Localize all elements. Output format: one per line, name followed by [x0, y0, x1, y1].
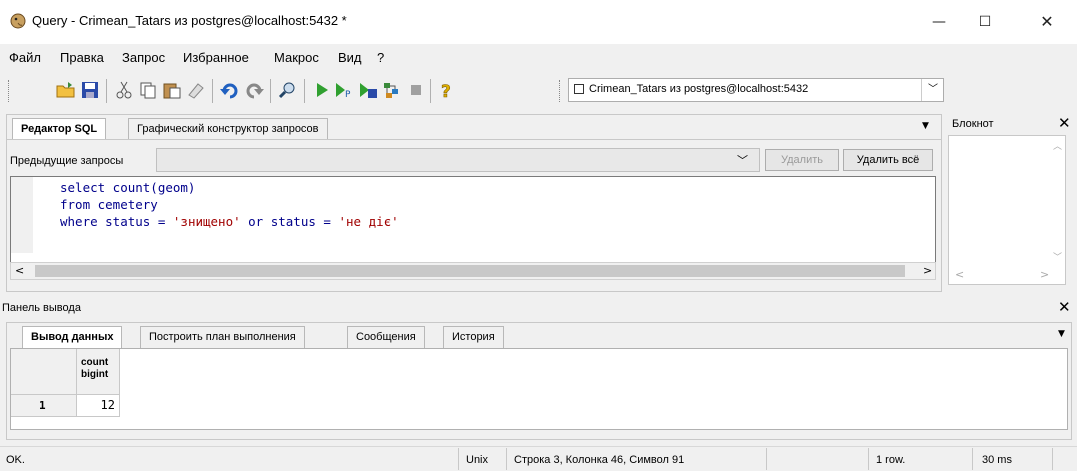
code-keyword-text: or status = [240, 214, 339, 229]
toolbar-separator [106, 79, 107, 103]
column-name: count [81, 357, 109, 368]
menu-file[interactable]: Файл [9, 50, 41, 65]
column-header[interactable]: count bigint [77, 349, 120, 395]
connection-checkbox[interactable] [574, 84, 584, 94]
status-line-ending: Unix [466, 454, 489, 466]
delete-all-button[interactable]: Удалить всё [843, 149, 933, 171]
output-close-icon[interactable]: ✕ [1058, 298, 1071, 316]
paste-icon[interactable] [162, 81, 182, 99]
previous-queries-label: Предыдущие запросы [10, 155, 124, 167]
scroll-left-icon[interactable]: < [955, 268, 964, 281]
status-separator [506, 448, 507, 470]
status-separator [1052, 448, 1053, 470]
execute-file-icon[interactable] [358, 81, 378, 99]
panel-menu-icon[interactable]: ▼ [1058, 329, 1065, 339]
svg-text:P: P [345, 90, 351, 99]
menu-query[interactable]: Запрос [122, 50, 165, 65]
clear-icon[interactable] [186, 81, 206, 99]
chevron-down-icon[interactable]: ﹀ [737, 152, 748, 168]
maximize-button[interactable]: ☐ [962, 10, 1008, 34]
editor-gutter [11, 177, 33, 253]
status-separator [766, 448, 767, 470]
copy-icon[interactable] [138, 81, 158, 99]
tab-explain[interactable]: Построить план выполнения [140, 326, 305, 348]
toolbar-separator [270, 79, 271, 103]
status-cursor-position: Строка 3, Колонка 46, Символ 91 [514, 454, 685, 466]
output-panel-header [0, 298, 1077, 320]
toolbar-separator [212, 79, 213, 103]
panel-menu-icon[interactable]: ▼ [922, 121, 929, 131]
toolbar-separator [304, 79, 305, 103]
scroll-right-icon[interactable]: > [923, 264, 932, 277]
menu-help[interactable]: ? [377, 50, 384, 65]
tab-data-output[interactable]: Вывод данных [22, 326, 123, 348]
svg-text:?: ? [441, 82, 451, 99]
status-exec-time: 30 ms [982, 454, 1012, 466]
minimize-button[interactable]: — [916, 10, 962, 34]
status-separator [458, 448, 459, 470]
status-row-count: 1 row. [876, 454, 906, 466]
redo-icon[interactable] [244, 81, 264, 99]
notepad-text-area[interactable] [948, 135, 1066, 285]
results-grid[interactable] [10, 348, 1068, 430]
column-type: bigint [81, 369, 109, 380]
previous-queries-select[interactable]: ﹀ [156, 148, 760, 172]
grid-corner-cell [11, 349, 77, 395]
close-button[interactable]: ✕ [1024, 10, 1070, 34]
window-title: Query - Crimean_Tatars из postgres@local… [32, 13, 347, 28]
connection-select[interactable]: Crimean_Tatars из postgres@localhost:543… [568, 78, 944, 102]
scroll-left-icon[interactable]: < [15, 264, 24, 277]
scroll-thumb[interactable] [35, 265, 905, 277]
output-panel-title: Панель вывода [2, 302, 81, 314]
tab-messages[interactable]: Сообщения [347, 326, 425, 348]
code-keyword-text: where status = [60, 214, 173, 229]
delete-button[interactable]: Удалить [765, 149, 839, 171]
notepad-title: Блокнот [952, 118, 994, 130]
editor-horizontal-scrollbar[interactable]: < > [10, 262, 936, 280]
menu-view[interactable]: Вид [338, 50, 362, 65]
open-icon[interactable] [56, 81, 76, 99]
code-string-literal: 'знищено' [172, 214, 241, 229]
explain-analyze-icon[interactable] [382, 81, 402, 99]
code-string-literal: 'не діє' [338, 214, 399, 229]
explain-icon[interactable]: P [334, 81, 354, 100]
row-number: 1 [39, 399, 46, 412]
undo-icon[interactable] [220, 81, 240, 99]
scroll-up-icon[interactable]: ︿ [1053, 139, 1062, 152]
code-line-1: select count(geom) [60, 180, 196, 195]
row-header[interactable]: 1 [11, 395, 77, 417]
scroll-down-icon[interactable]: ﹀ [1053, 250, 1062, 263]
toolbar-grip [8, 80, 12, 102]
execute-icon[interactable] [312, 81, 332, 99]
status-message: OK. [6, 454, 25, 466]
table-cell[interactable]: 12 [77, 395, 120, 417]
toolbar-grip [559, 80, 563, 102]
scroll-right-icon[interactable]: > [1040, 268, 1049, 281]
help-icon[interactable]: ? [438, 81, 458, 103]
find-icon[interactable] [278, 81, 298, 99]
status-separator [972, 448, 973, 470]
code-line-2: from cemetery [60, 197, 158, 212]
cell-value: 12 [100, 398, 115, 412]
code-line-3: where status = 'знищено' or status = 'не… [60, 214, 399, 229]
tab-history[interactable]: История [443, 326, 504, 348]
cut-icon[interactable] [114, 81, 134, 99]
save-icon[interactable] [80, 81, 100, 99]
menu-edit[interactable]: Правка [60, 50, 104, 65]
connection-label: Crimean_Tatars из postgres@localhost:543… [589, 83, 809, 95]
tab-sql-editor[interactable]: Редактор SQL [12, 118, 107, 140]
menu-macros[interactable]: Макрос [274, 50, 319, 65]
app-elephant-icon [10, 13, 26, 29]
status-separator [868, 448, 869, 470]
notepad-close-icon[interactable]: ✕ [1058, 114, 1071, 132]
tab-query-builder[interactable]: Графический конструктор запросов [128, 118, 328, 140]
toolbar-separator [430, 79, 431, 103]
divider [6, 139, 942, 140]
menu-favorites[interactable]: Избранное [183, 50, 249, 65]
stop-icon[interactable] [406, 81, 426, 99]
chevron-down-icon[interactable]: ﹀ [921, 79, 944, 101]
